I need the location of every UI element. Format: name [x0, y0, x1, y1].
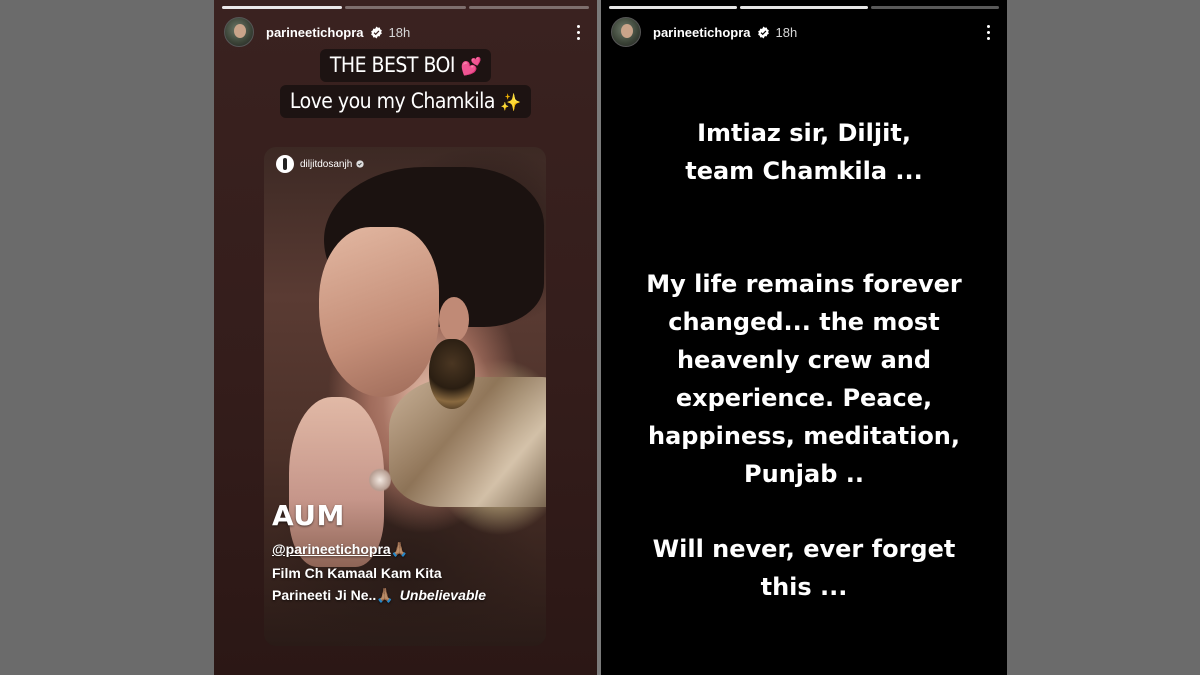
shared-post-card[interactable]: diljitdosanjh AUM @parineetichopra🙏🏽 Fil…: [264, 147, 546, 646]
caption-chip: Love you my Chamkila ✨: [279, 85, 532, 118]
text-line: changed... the most: [668, 308, 940, 336]
shared-post-line-1: Film Ch Kamaal Kam Kita: [272, 565, 442, 581]
progress-segment: [222, 6, 343, 9]
story-header: parineetichopra 18h: [224, 17, 587, 47]
caption-chip: THE BEST BOI 💕: [319, 49, 492, 82]
more-options-icon[interactable]: [979, 20, 997, 44]
caption-text: Love you my Chamkila: [289, 89, 495, 113]
progress-segment: [468, 6, 589, 9]
shared-post-line-2: Parineeti Ji Ne..🙏🏽 Unbelievable: [272, 587, 486, 604]
photo-ring: [369, 467, 391, 493]
caption-text: THE BEST BOI: [329, 53, 456, 77]
progress-segment: [345, 6, 466, 9]
text-line: Punjab ..: [744, 460, 864, 488]
avatar[interactable]: [224, 17, 254, 47]
text-line: heavenly crew and: [676, 346, 932, 374]
shared-post-title: AUM: [272, 499, 345, 532]
photo-ear: [439, 297, 469, 342]
caption-line-2: Love you my Chamkila ✨: [214, 85, 597, 118]
line-2-text: Parineeti Ji Ne..: [272, 587, 377, 603]
story-progress-bar: [222, 6, 589, 9]
avatar[interactable]: [611, 17, 641, 47]
more-options-icon[interactable]: [569, 20, 587, 44]
post-time: 18h: [388, 24, 411, 40]
two-hearts-emoji: 💕: [460, 57, 482, 77]
caption-line-1: THE BEST BOI 💕: [214, 49, 597, 82]
verified-badge-icon: [757, 26, 769, 38]
story-text-block-3: Will never, ever forget this ...: [601, 530, 1007, 606]
folded-hands-emoji: 🙏🏽: [390, 541, 409, 557]
username[interactable]: parineetichopra: [653, 25, 751, 40]
line-2-italic: Unbelievable: [399, 587, 487, 603]
text-line: happiness, meditation,: [647, 422, 961, 450]
story-text-block-2: My life remains forever changed... the m…: [601, 265, 1007, 493]
story-left[interactable]: parineetichopra 18h THE BEST BOI 💕 Love …: [214, 0, 597, 675]
verified-badge-icon: [356, 160, 364, 168]
progress-segment: [609, 6, 737, 9]
shared-post-username[interactable]: diljitdosanjh: [300, 159, 352, 170]
text-line: Will never, ever forget: [652, 535, 956, 563]
shared-post-mention[interactable]: @parineetichopra🙏🏽: [272, 541, 408, 558]
progress-segment: [871, 6, 999, 9]
mention-link[interactable]: @parineetichopra: [272, 541, 391, 557]
progress-segment: [740, 6, 868, 9]
photo-earring: [429, 339, 475, 409]
username[interactable]: parineetichopra: [266, 25, 364, 40]
verified-badge-icon: [370, 26, 382, 38]
shared-post-avatar[interactable]: [276, 155, 294, 173]
folded-hands-emoji: 🙏🏽: [376, 587, 394, 603]
story-progress-bar: [609, 6, 999, 9]
text-line: team Chamkila ...: [685, 157, 923, 185]
story-right[interactable]: parineetichopra 18h Imtiaz sir, Diljit, …: [601, 0, 1007, 675]
photo-face: [319, 227, 439, 397]
text-line: My life remains forever: [646, 270, 962, 298]
text-line: this ...: [760, 573, 848, 601]
post-time: 18h: [775, 24, 798, 40]
story-text-block-1: Imtiaz sir, Diljit, team Chamkila ...: [601, 114, 1007, 190]
shared-post-header: diljitdosanjh: [276, 155, 364, 173]
story-header: parineetichopra 18h: [611, 17, 997, 47]
text-line: Imtiaz sir, Diljit,: [697, 119, 911, 147]
text-line: experience. Peace,: [675, 384, 933, 412]
sparkles-emoji: ✨: [500, 93, 522, 113]
